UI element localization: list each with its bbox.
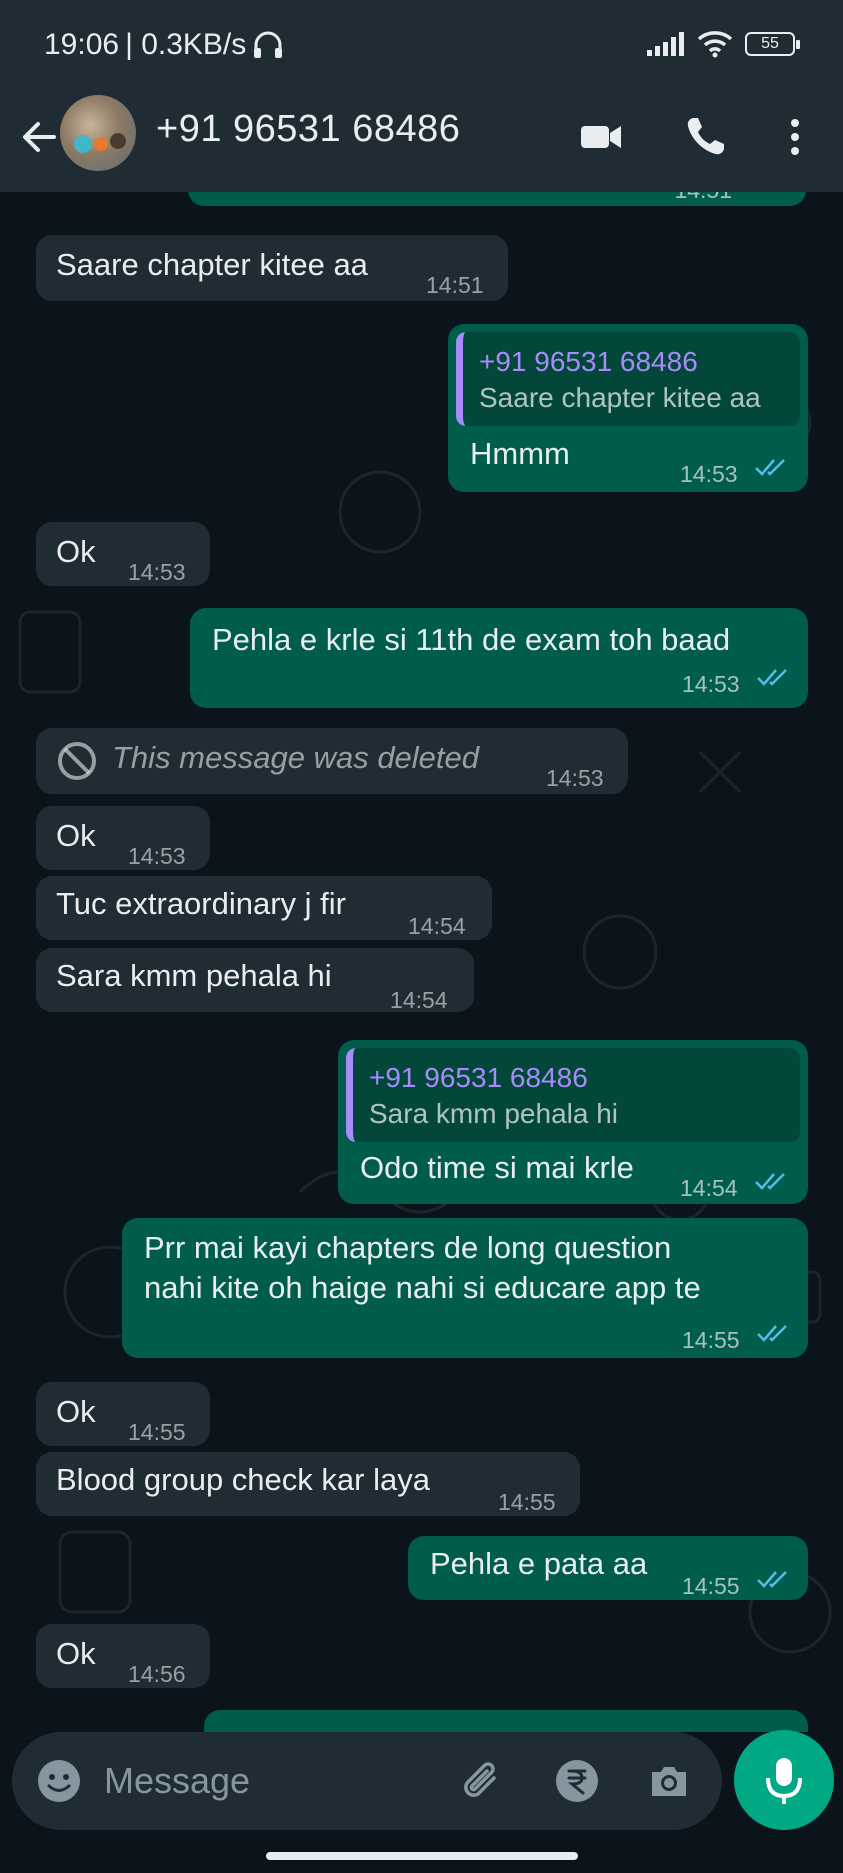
quoted-sender: +91 96531 68486 (479, 346, 698, 377)
wifi-icon (697, 31, 733, 58)
message-time: 14:53 (682, 671, 740, 697)
message-bubble-deleted[interactable]: This message was deleted 14:53 (36, 728, 628, 794)
message-bubble-outgoing[interactable]: Prr mai kayi chapters de long question n… (122, 1218, 808, 1358)
quoted-message[interactable]: +91 96531 68486 Saare chapter kitee aa (456, 332, 800, 426)
deleted-icon (58, 742, 96, 780)
message-time: 14:54 (390, 987, 448, 1013)
message-text: Ok (56, 1636, 96, 1671)
quoted-text: Sara kmm pehala hi (369, 1098, 619, 1129)
message-time: 14:53 (128, 559, 186, 585)
message-text: Odo time si mai krle (360, 1150, 634, 1185)
microphone-icon (766, 1758, 802, 1804)
message-text: Ok (56, 818, 96, 853)
message-input-bar[interactable]: Message (12, 1732, 722, 1830)
message-bubble-partial[interactable] (204, 1710, 808, 1732)
message-bubble-incoming[interactable]: Tuc extraordinary j fir 14:54 (36, 876, 492, 940)
message-bubble-incoming[interactable]: Saare chapter kitee aa 14:51 (36, 235, 508, 301)
contact-name[interactable]: +91 96531 68486 (156, 108, 460, 151)
message-bubble-incoming[interactable]: Blood group check kar laya 14:55 (36, 1452, 580, 1516)
camera-icon[interactable] (644, 1756, 694, 1806)
message-time: 14:51 (426, 272, 484, 298)
phone-call-icon[interactable] (680, 112, 730, 162)
quoted-sender: +91 96531 68486 (369, 1062, 588, 1093)
contact-avatar[interactable] (60, 95, 136, 171)
read-ticks-icon (757, 1571, 787, 1588)
back-arrow-icon[interactable] (14, 112, 64, 162)
status-left: 19:06 | 0.3KB/s (44, 28, 284, 62)
message-bubble-outgoing[interactable]: Pehla e pata aa 14:55 (408, 1536, 808, 1600)
message-bubble-incoming[interactable]: Ok 14:55 (36, 1382, 210, 1446)
message-bubble-partial[interactable]: 14:51 (188, 192, 806, 206)
message-bubble-incoming[interactable]: Ok 14:53 (36, 806, 210, 870)
emoji-icon[interactable] (34, 1756, 84, 1806)
status-right: 55 (647, 30, 800, 58)
message-time: 14:51 (674, 192, 732, 210)
message-time: 14:53 (546, 765, 604, 791)
message-bubble-outgoing-reply[interactable]: +91 96531 68486 Saare chapter kitee aa H… (448, 324, 808, 492)
headphones-icon (254, 31, 283, 58)
message-time: 14:55 (682, 1573, 740, 1599)
status-bar: 19:06 | 0.3KB/s 55 (0, 0, 843, 90)
home-indicator[interactable] (266, 1852, 578, 1860)
message-time: 14:53 (128, 843, 186, 869)
message-bubble-outgoing-reply[interactable]: +91 96531 68486 Sara kmm pehala hi Odo t… (338, 1040, 808, 1204)
message-time: 14:55 (682, 1327, 740, 1353)
message-text-line1: Prr mai kayi chapters de long question (144, 1230, 672, 1265)
signal-icon (647, 32, 684, 56)
read-ticks-icon (755, 1173, 785, 1190)
message-text: Sara kmm pehala hi (56, 958, 332, 993)
message-bubble-incoming[interactable]: Sara kmm pehala hi 14:54 (36, 948, 474, 1013)
attach-icon[interactable] (458, 1756, 508, 1806)
battery-level: 55 (761, 35, 779, 52)
video-call-icon[interactable] (576, 112, 626, 162)
message-text: Ok (56, 1394, 96, 1429)
message-text-line2: nahi kite oh haige nahi si educare app t… (144, 1270, 701, 1305)
message-time: 14:56 (128, 1661, 186, 1687)
message-time: 14:55 (128, 1419, 186, 1445)
status-time: 19:06 (44, 28, 120, 61)
message-bubble-incoming[interactable]: Ok 14:53 (36, 522, 210, 586)
message-time: 14:54 (408, 913, 466, 939)
message-text: Saare chapter kitee aa (56, 247, 368, 282)
chat-area[interactable]: 14:51 Saare chapter kitee aa 14:51 +91 9… (0, 192, 843, 1732)
message-time: 14:55 (498, 1489, 556, 1515)
quoted-text: Saare chapter kitee aa (479, 382, 761, 413)
read-ticks-icon (757, 1325, 787, 1342)
message-text: Pehla e pata aa (430, 1546, 648, 1581)
read-ticks-icon (757, 669, 787, 686)
read-ticks-icon (755, 459, 785, 476)
message-text: This message was deleted (112, 740, 480, 775)
message-text: Pehla e krle si 11th de exam toh baad (212, 622, 731, 657)
message-time: 14:54 (680, 1175, 738, 1201)
message-text: Ok (56, 534, 96, 569)
message-text: Blood group check kar laya (56, 1462, 430, 1497)
rupee-payment-icon[interactable] (552, 1756, 602, 1806)
chat-header: +91 96531 68486 (0, 90, 843, 192)
message-input[interactable]: Message (104, 1760, 250, 1802)
voice-message-button[interactable] (734, 1730, 834, 1830)
quoted-message[interactable]: +91 96531 68486 Sara kmm pehala hi (346, 1048, 800, 1142)
message-bubble-incoming[interactable]: Ok 14:56 (36, 1624, 210, 1688)
read-ticks-icon (740, 192, 776, 194)
message-bubble-outgoing[interactable]: Pehla e krle si 11th de exam toh baad 14… (190, 608, 808, 708)
message-text: Tuc extraordinary j fir (56, 886, 346, 921)
battery-icon: 55 (745, 32, 800, 56)
message-time: 14:53 (680, 461, 738, 487)
more-options-icon[interactable] (770, 112, 820, 162)
status-speed: | 0.3KB/s (125, 28, 247, 61)
message-text: Hmmm (470, 436, 570, 471)
